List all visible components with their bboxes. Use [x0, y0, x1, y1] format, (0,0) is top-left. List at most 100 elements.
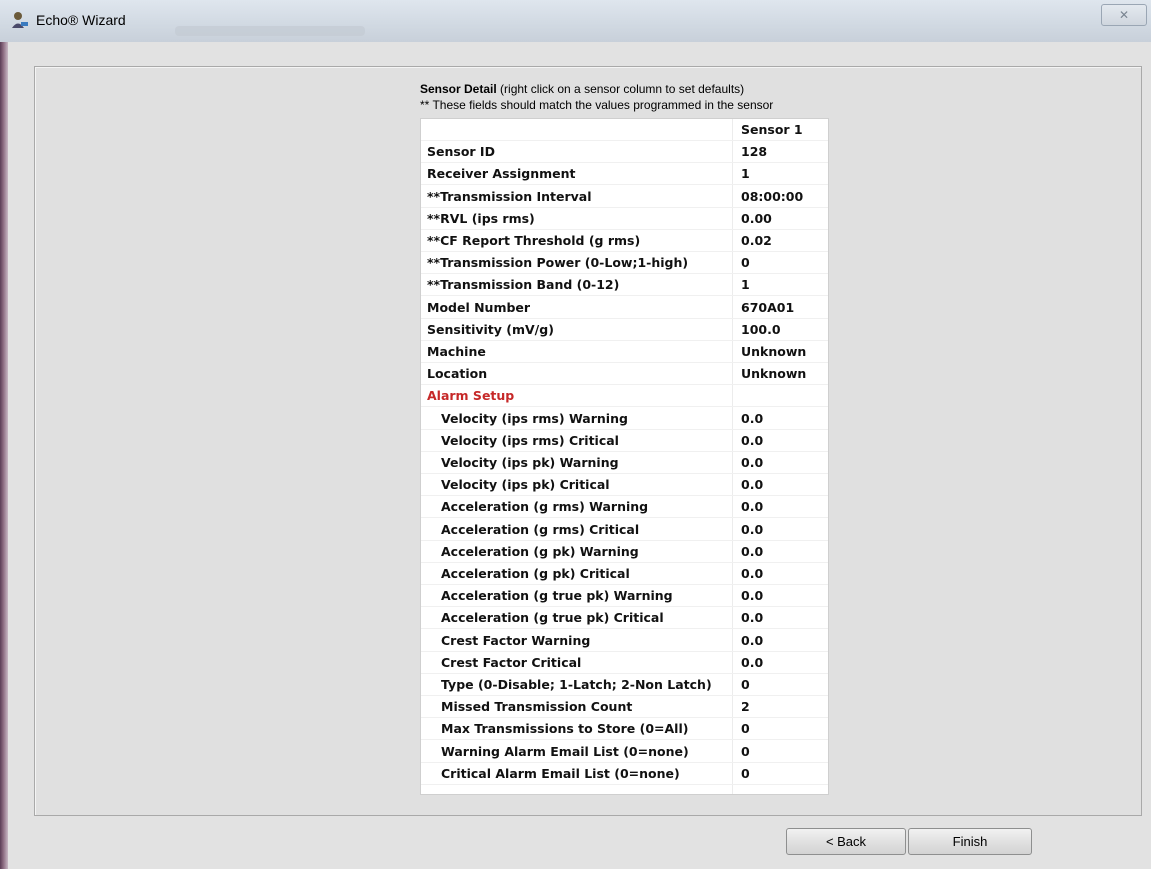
grid-header-row: Sensor 1 — [421, 119, 828, 141]
row-value-cell[interactable]: 0.0 — [741, 655, 763, 670]
row-label: Warning Alarm Email List (0=none) — [441, 744, 689, 759]
table-row[interactable]: Acceleration (g true pk) Critical 0.0 — [421, 607, 828, 629]
table-row[interactable]: Crest Factor Critical 0.0 — [421, 652, 828, 674]
row-value-cell[interactable]: 0.0 — [741, 411, 763, 426]
row-label: **Transmission Interval — [427, 189, 592, 204]
row-label: Acceleration (g pk) Warning — [441, 544, 639, 559]
table-row[interactable]: Acceleration (g true pk) Warning 0.0 — [421, 585, 828, 607]
row-label: Alarm Setup — [427, 388, 515, 403]
close-icon: ✕ — [1118, 8, 1130, 22]
sensor-detail-hint: (right click on a sensor column to set d… — [496, 82, 745, 96]
table-row[interactable]: Alarm Setup — [421, 385, 828, 407]
row-value-cell[interactable]: 670A01 — [741, 300, 794, 315]
table-row[interactable]: Sensor ID 128 — [421, 141, 828, 163]
row-value-cell[interactable]: 0.0 — [741, 588, 763, 603]
table-row[interactable]: **Transmission Power (0-Low;1-high) 0 — [421, 252, 828, 274]
table-row[interactable]: Acceleration (g pk) Warning 0.0 — [421, 541, 828, 563]
table-row[interactable]: Type (0-Disable; 1-Latch; 2-Non Latch) 0 — [421, 674, 828, 696]
row-value-cell[interactable]: 0.0 — [741, 610, 763, 625]
row-value-cell[interactable]: 0 — [741, 255, 750, 270]
row-value-cell[interactable]: 2 — [741, 699, 750, 714]
row-label: Acceleration (g rms) Warning — [441, 499, 649, 514]
row-value-cell[interactable]: 1 — [741, 166, 750, 181]
sensor-detail-note: ** These fields should match the values … — [420, 98, 774, 112]
row-value-cell[interactable]: 0.0 — [741, 499, 763, 514]
table-row[interactable]: Machine Unknown — [421, 341, 828, 363]
row-value-cell[interactable]: 0 — [741, 677, 750, 692]
sensor-detail-caption: Sensor Detail (right click on a sensor c… — [420, 82, 744, 96]
row-value-cell[interactable]: Unknown — [741, 366, 806, 381]
table-row[interactable]: Acceleration (g pk) Critical 0.0 — [421, 563, 828, 585]
table-row[interactable]: Missed Transmission Count 2 — [421, 696, 828, 718]
table-row[interactable]: Velocity (ips pk) Warning 0.0 — [421, 452, 828, 474]
row-label: Receiver Assignment — [427, 166, 576, 181]
row-label: **Transmission Band (0-12) — [427, 277, 620, 292]
table-row[interactable]: Crest Factor Warning 0.0 — [421, 630, 828, 652]
table-row[interactable]: Max Transmissions to Store (0=All) 0 — [421, 718, 828, 740]
sensor-detail-title: Sensor Detail — [420, 82, 497, 96]
row-label: Type (0-Disable; 1-Latch; 2-Non Latch) — [441, 677, 712, 692]
sensor-1-column-header[interactable]: Sensor 1 — [741, 122, 803, 137]
table-row[interactable]: Critical Alarm Email List (0=none) 0 — [421, 763, 828, 785]
row-label: Machine — [427, 344, 486, 359]
table-row[interactable]: Velocity (ips pk) Critical 0.0 — [421, 474, 828, 496]
table-row[interactable]: Model Number 670A01 — [421, 297, 828, 319]
window-edge — [0, 0, 8, 869]
row-value-cell[interactable]: 0 — [741, 721, 750, 736]
row-label: Acceleration (g pk) Critical — [441, 566, 630, 581]
row-label: Acceleration (g rms) Critical — [441, 522, 640, 537]
table-row[interactable]: Receiver Assignment 1 — [421, 163, 828, 185]
row-label: Missed Transmission Count — [441, 699, 633, 714]
row-value-cell[interactable]: 0.0 — [741, 566, 763, 581]
row-label: Model Number — [427, 300, 531, 315]
row-value-cell[interactable]: Unknown — [741, 344, 806, 359]
table-row[interactable]: Velocity (ips rms) Warning 0.0 — [421, 408, 828, 430]
table-row[interactable]: Warning Alarm Email List (0=none) 0 — [421, 741, 828, 763]
row-value-cell[interactable]: 100.0 — [741, 322, 781, 337]
row-label: Velocity (ips rms) Critical — [441, 433, 619, 448]
table-row[interactable]: Velocity (ips rms) Critical 0.0 — [421, 430, 828, 452]
echo-app-icon — [12, 12, 28, 28]
table-row[interactable]: Sensitivity (mV/g) 100.0 — [421, 319, 828, 341]
table-row[interactable]: **Transmission Interval 08:00:00 — [421, 186, 828, 208]
row-label: Sensor ID — [427, 144, 495, 159]
row-label: Velocity (ips pk) Warning — [441, 455, 619, 470]
row-value-cell[interactable]: 0.0 — [741, 522, 763, 537]
finish-button[interactable]: Finish — [908, 828, 1032, 855]
row-value-cell[interactable]: 1 — [741, 277, 750, 292]
row-label: Velocity (ips rms) Warning — [441, 411, 628, 426]
row-value-cell[interactable]: 0.00 — [741, 211, 772, 226]
row-value-cell[interactable]: 0.0 — [741, 544, 763, 559]
row-value-cell[interactable]: 0.02 — [741, 233, 772, 248]
table-row[interactable]: **RVL (ips rms) 0.00 — [421, 208, 828, 230]
table-row[interactable]: **Transmission Band (0-12) 1 — [421, 274, 828, 296]
row-label: Max Transmissions to Store (0=All) — [441, 721, 689, 736]
row-value-cell[interactable]: 0.0 — [741, 455, 763, 470]
row-value-cell[interactable]: 0.0 — [741, 633, 763, 648]
title-bar: Echo® Wizard ✕ — [0, 0, 1151, 42]
table-row[interactable]: Location Unknown — [421, 363, 828, 385]
row-label: **Transmission Power (0-Low;1-high) — [427, 255, 689, 270]
row-value-cell[interactable]: 0.0 — [741, 477, 763, 492]
row-value-cell[interactable]: 128 — [741, 144, 767, 159]
window-title: Echo® Wizard — [36, 12, 126, 28]
back-button[interactable]: < Back — [786, 828, 906, 855]
row-label: Crest Factor Warning — [441, 633, 591, 648]
table-row[interactable]: **CF Report Threshold (g rms) 0.02 — [421, 230, 828, 252]
row-value-cell[interactable]: 0.0 — [741, 433, 763, 448]
row-label: Acceleration (g true pk) Warning — [441, 588, 673, 603]
row-label: Acceleration (g true pk) Critical — [441, 610, 664, 625]
row-label: **CF Report Threshold (g rms) — [427, 233, 641, 248]
table-row[interactable]: Acceleration (g rms) Warning 0.0 — [421, 496, 828, 518]
close-button[interactable]: ✕ — [1101, 4, 1147, 26]
row-value-cell[interactable]: 0 — [741, 744, 750, 759]
row-label: Critical Alarm Email List (0=none) — [441, 766, 680, 781]
sensor-detail-grid[interactable]: Sensor 1 Sensor ID 128 Receiver Assignment… — [420, 118, 829, 795]
row-value-cell[interactable]: 08:00:00 — [741, 189, 803, 204]
row-label: Crest Factor Critical — [441, 655, 582, 670]
title-bar-background-text — [175, 26, 365, 36]
table-row[interactable]: Acceleration (g rms) Critical 0.0 — [421, 519, 828, 541]
row-label: Velocity (ips pk) Critical — [441, 477, 610, 492]
row-value-cell[interactable]: 0 — [741, 766, 750, 781]
row-label: Sensitivity (mV/g) — [427, 322, 554, 337]
